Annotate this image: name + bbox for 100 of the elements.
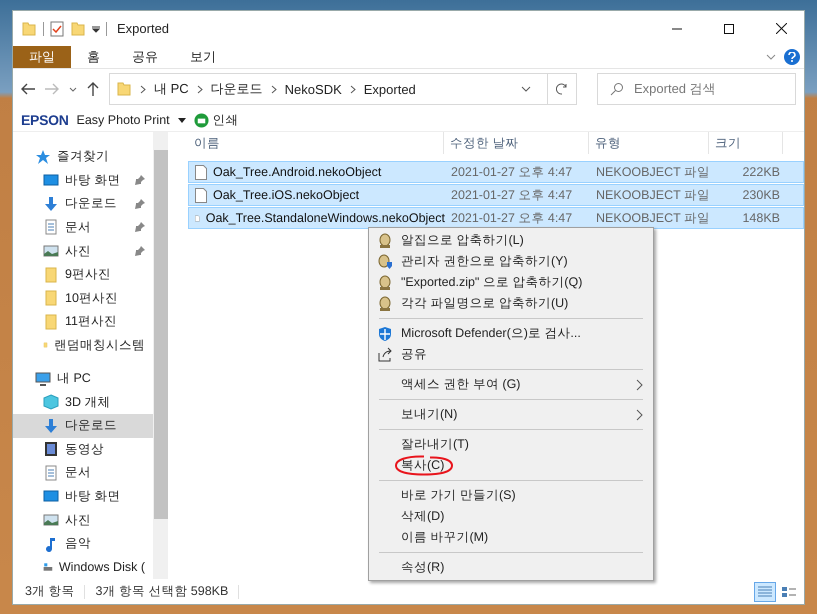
star-icon <box>35 148 51 165</box>
menu-item[interactable]: 바로 가기 만들기(S) <box>369 485 653 506</box>
sidebar-label: 내 PC <box>57 370 91 388</box>
sidebar-item[interactable]: 11편사진 <box>13 310 153 334</box>
sidebar-item[interactable]: 다운로드 <box>13 192 153 216</box>
ribbon-tab[interactable]: 파일 <box>13 46 71 68</box>
dropdown-icon[interactable] <box>178 118 186 122</box>
chevron-down-icon[interactable] <box>766 54 776 60</box>
picture-icon <box>43 512 59 528</box>
picture-icon <box>43 243 59 260</box>
column-header[interactable]: 크기 <box>709 132 783 154</box>
menu-item[interactable]: "Exported.zip" 으로 압축하기(Q) <box>369 272 653 293</box>
menu-label: 관리자 권한으로 압축하기(Y) <box>401 253 568 270</box>
menu-item[interactable]: 복사(C) <box>369 455 653 476</box>
menu-item[interactable]: 액세스 권한 부여 (G) <box>369 374 653 395</box>
breadcrumb[interactable]: Exported <box>364 82 416 96</box>
sidebar-item[interactable]: 9편사진 <box>13 262 153 286</box>
sidebar-item[interactable]: 문서 <box>13 461 153 485</box>
chevron-down-icon[interactable] <box>521 86 531 92</box>
computer-icon <box>35 370 51 387</box>
folder-icon <box>43 314 59 330</box>
column-header[interactable]: 이름 <box>188 132 444 154</box>
menu-item[interactable]: 속성(R) <box>369 557 653 578</box>
chevron-right-icon <box>196 84 203 94</box>
ribbon-tab[interactable]: 보기 <box>174 46 232 68</box>
toolbar-label[interactable]: Easy Photo Print <box>76 113 170 127</box>
menu-label: 이름 바꾸기(M) <box>401 529 488 546</box>
sidebar-item[interactable]: 10편사진 <box>13 286 153 310</box>
sidebar-item[interactable]: 사진 <box>13 239 153 263</box>
sidebar-item[interactable]: 바탕 화면 <box>13 168 153 192</box>
refresh-icon[interactable] <box>556 83 568 95</box>
menu-label: 속성(R) <box>401 559 444 576</box>
menu-label: 보내기(N) <box>401 406 458 423</box>
menu-label: 잘라내기(T) <box>401 436 469 453</box>
sidebar-label: 사진 <box>65 242 91 260</box>
sidebar-item[interactable]: 다운로드 <box>13 414 153 438</box>
ribbon-tab[interactable]: 홈 <box>71 46 116 68</box>
menu-item[interactable]: 알집으로 압축하기(L) <box>369 230 653 251</box>
sidebar-label: 문서 <box>65 218 91 236</box>
sidebar-item[interactable]: 내 PC <box>13 366 153 390</box>
file-name: Oak_Tree.Android.nekoObject <box>213 165 382 179</box>
menu-item[interactable]: 관리자 권한으로 압축하기(Y) <box>369 251 653 272</box>
address-bar[interactable]: 내 PC 다운로드 NekoSDK Exported <box>109 73 577 105</box>
dropdown-icon[interactable] <box>92 24 100 32</box>
sidebar-item[interactable]: Windows Disk ( <box>13 555 153 579</box>
sidebar-item[interactable]: 문서 <box>13 216 153 240</box>
folder-icon <box>43 266 59 283</box>
breadcrumb[interactable]: NekoSDK <box>284 82 342 96</box>
sidebar-label: 10편사진 <box>65 290 118 307</box>
printer-icon[interactable] <box>194 112 209 128</box>
search-icon <box>610 82 624 96</box>
shield-icon <box>377 326 393 342</box>
menu-item[interactable]: 이름 바꾸기(M) <box>369 527 653 548</box>
sidebar-item[interactable]: 사진 <box>13 508 153 532</box>
sidebar-label: 음악 <box>65 535 91 552</box>
search-placeholder: Exported 검색 <box>634 80 716 98</box>
sidebar-item[interactable]: 랜덤매칭시스템 <box>13 334 153 358</box>
file-row[interactable]: Oak_Tree.Android.nekoObject 2021-01-27 오후 4:47 NEKOOBJECT 파일 222KB <box>188 161 804 183</box>
pin-icon <box>135 198 145 209</box>
sidebar-label: 동영상 <box>65 440 104 458</box>
up-arrow-icon[interactable] <box>87 82 99 96</box>
sidebar-item[interactable]: 즐겨찾기 <box>13 145 153 169</box>
menu-item[interactable]: 잘라내기(T) <box>369 434 653 455</box>
down-arrow-icon <box>43 418 59 434</box>
sidebar-label: 다운로드 <box>65 417 117 434</box>
column-header[interactable]: 유형 <box>589 132 709 154</box>
sidebar-item[interactable]: 3D 개체 <box>13 390 153 414</box>
file-row[interactable]: Oak_Tree.StandaloneWindows.nekoObject 2021-01-27 오후 4:47 NEKOOBJECT 파일 148KB <box>188 207 804 229</box>
document-icon <box>43 219 59 236</box>
breadcrumb[interactable]: 다운로드 <box>210 80 263 98</box>
search-field[interactable]: Exported 검색 <box>597 73 796 105</box>
column-header[interactable]: 수정한 날짜 <box>444 132 589 154</box>
maximize-icon <box>724 24 734 34</box>
window-title: Exported <box>117 21 170 36</box>
pin-icon <box>135 175 145 186</box>
folder-icon <box>21 20 37 36</box>
help-icon[interactable] <box>784 49 800 65</box>
menu-item[interactable]: 각각 파일명으로 압축하기(U) <box>369 293 653 314</box>
desktop-icon <box>43 488 59 504</box>
chevron-down-icon[interactable] <box>69 86 77 92</box>
file-icon <box>195 164 207 180</box>
sidebar-item[interactable]: 동영상 <box>13 438 153 462</box>
desktop-icon <box>43 172 59 188</box>
file-row[interactable]: Oak_Tree.iOS.nekoObject 2021-01-27 오후 4:47 NEKOOBJECT 파일 230KB <box>188 184 804 206</box>
print-button[interactable]: 인쇄 <box>212 112 239 128</box>
breadcrumb[interactable]: 내 PC <box>154 80 189 98</box>
date-cell-text: 2021-01-27 오후 4:47 <box>450 164 574 180</box>
details-view-button[interactable] <box>754 582 776 602</box>
menu-item[interactable]: Microsoft Defender(으)로 검사... <box>369 323 653 344</box>
sidebar-label: 바탕 화면 <box>65 172 120 189</box>
menu-item[interactable]: 보내기(N) <box>369 404 653 425</box>
scrollbar[interactable] <box>153 132 168 579</box>
ribbon-tab[interactable]: 공유 <box>116 46 174 68</box>
size-cell-text: 222KB <box>741 165 781 179</box>
menu-item[interactable]: 공유 <box>369 344 653 365</box>
sidebar-item[interactable]: 음악 <box>13 532 153 556</box>
checklist-icon <box>50 20 64 36</box>
back-arrow-icon[interactable] <box>21 83 35 95</box>
menu-item[interactable]: 삭제(D) <box>369 506 653 527</box>
sidebar-item[interactable]: 바탕 화면 <box>13 484 153 508</box>
